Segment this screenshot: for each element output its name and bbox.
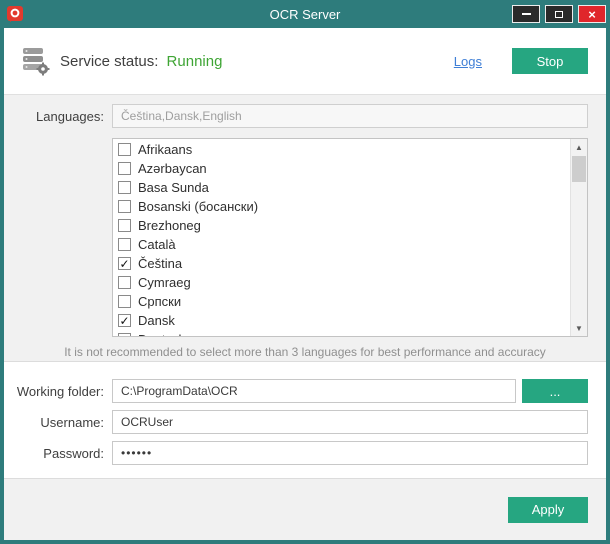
working-folder-input[interactable] [112,379,516,403]
language-label: Dansk [138,313,175,328]
unchecked-checkbox-icon[interactable] [118,143,131,156]
password-label: Password: [4,446,104,461]
scroll-up-button[interactable]: ▲ [571,139,587,155]
maximize-icon [555,11,563,18]
language-list[interactable]: Afrikaans Azərbaycan Basa Sunda Bosanski (б… [112,138,588,337]
unchecked-checkbox-icon[interactable] [118,295,131,308]
maximize-button[interactable] [545,5,573,23]
language-label: Català [138,237,176,252]
language-label: Deutsch [138,332,186,337]
browse-button[interactable]: ... [522,379,588,403]
scroll-down-icon: ▼ [575,324,583,333]
language-list-item[interactable]: Català [113,235,570,254]
languages-label: Languages: [4,109,104,124]
language-list-item[interactable]: Brezhoneg [113,216,570,235]
language-label: Bosanski (босански) [138,199,258,214]
checked-checkbox-icon[interactable]: ✓ [118,257,131,270]
language-list-item[interactable]: Cymraeg [113,273,570,292]
language-list-item[interactable]: Afrikaans [113,140,570,159]
languages-row: Languages: [4,104,606,128]
language-list-scrollbar[interactable]: ▲ ▼ [570,139,587,336]
password-input[interactable] [112,441,588,465]
language-list-item[interactable]: Basa Sunda [113,178,570,197]
app-icon [6,5,24,23]
language-label: Српски [138,294,181,309]
server-icon [20,46,50,76]
language-list-item[interactable]: ✓ Dansk [113,311,570,330]
ocr-server-window: OCR Server × [0,0,610,544]
footer-bar: Apply [4,479,606,540]
working-folder-row: Working folder: ... [4,379,606,403]
language-list-item[interactable]: Deutsch [113,330,570,337]
window-controls: × [512,5,606,23]
scroll-up-icon: ▲ [575,143,583,152]
language-list-item[interactable]: Српски [113,292,570,311]
language-list-item[interactable]: Azərbaycan [113,159,570,178]
unchecked-checkbox-icon[interactable] [118,238,131,251]
language-label: Brezhoneg [138,218,201,233]
unchecked-checkbox-icon[interactable] [118,200,131,213]
language-list-rows: Afrikaans Azərbaycan Basa Sunda Bosanski (б… [113,140,570,337]
languages-section: Languages: Afrikaans Azərbaycan Basa Sunda… [4,95,606,362]
password-row: Password: [4,441,606,465]
language-label: Cymraeg [138,275,191,290]
close-icon: × [588,8,596,21]
unchecked-checkbox-icon[interactable] [118,333,131,337]
selected-languages-field[interactable] [112,104,588,128]
unchecked-checkbox-icon[interactable] [118,162,131,175]
minimize-button[interactable] [512,5,540,23]
scroll-down-button[interactable]: ▼ [571,320,587,336]
unchecked-checkbox-icon[interactable] [118,181,131,194]
service-status-label: Service status: [60,53,158,70]
language-label: Basa Sunda [138,180,209,195]
settings-section: Working folder: ... Username: Password: [4,362,606,479]
working-folder-label: Working folder: [4,384,104,399]
logs-link[interactable]: Logs [454,54,482,69]
service-status: Service status: Running [60,53,222,70]
unchecked-checkbox-icon[interactable] [118,219,131,232]
checked-checkbox-icon[interactable]: ✓ [118,314,131,327]
unchecked-checkbox-icon[interactable] [118,276,131,289]
scrollbar-thumb[interactable] [572,156,586,182]
languages-note: It is not recommended to select more tha… [4,345,606,359]
titlebar[interactable]: OCR Server × [0,0,610,28]
language-list-item[interactable]: Bosanski (босански) [113,197,570,216]
window-content: Service status: Running Logs Stop Langua… [4,28,606,540]
stop-button[interactable]: Stop [512,48,588,74]
username-label: Username: [4,415,104,430]
language-label: Afrikaans [138,142,192,157]
language-label: Azərbaycan [138,161,207,176]
username-row: Username: [4,410,606,434]
close-button[interactable]: × [578,5,606,23]
apply-button[interactable]: Apply [508,497,588,523]
minimize-icon [522,13,531,15]
service-status-value: Running [167,53,223,70]
language-list-item[interactable]: ✓ Čeština [113,254,570,273]
username-input[interactable] [112,410,588,434]
language-label: Čeština [138,256,182,271]
service-status-bar: Service status: Running Logs Stop [4,28,606,95]
